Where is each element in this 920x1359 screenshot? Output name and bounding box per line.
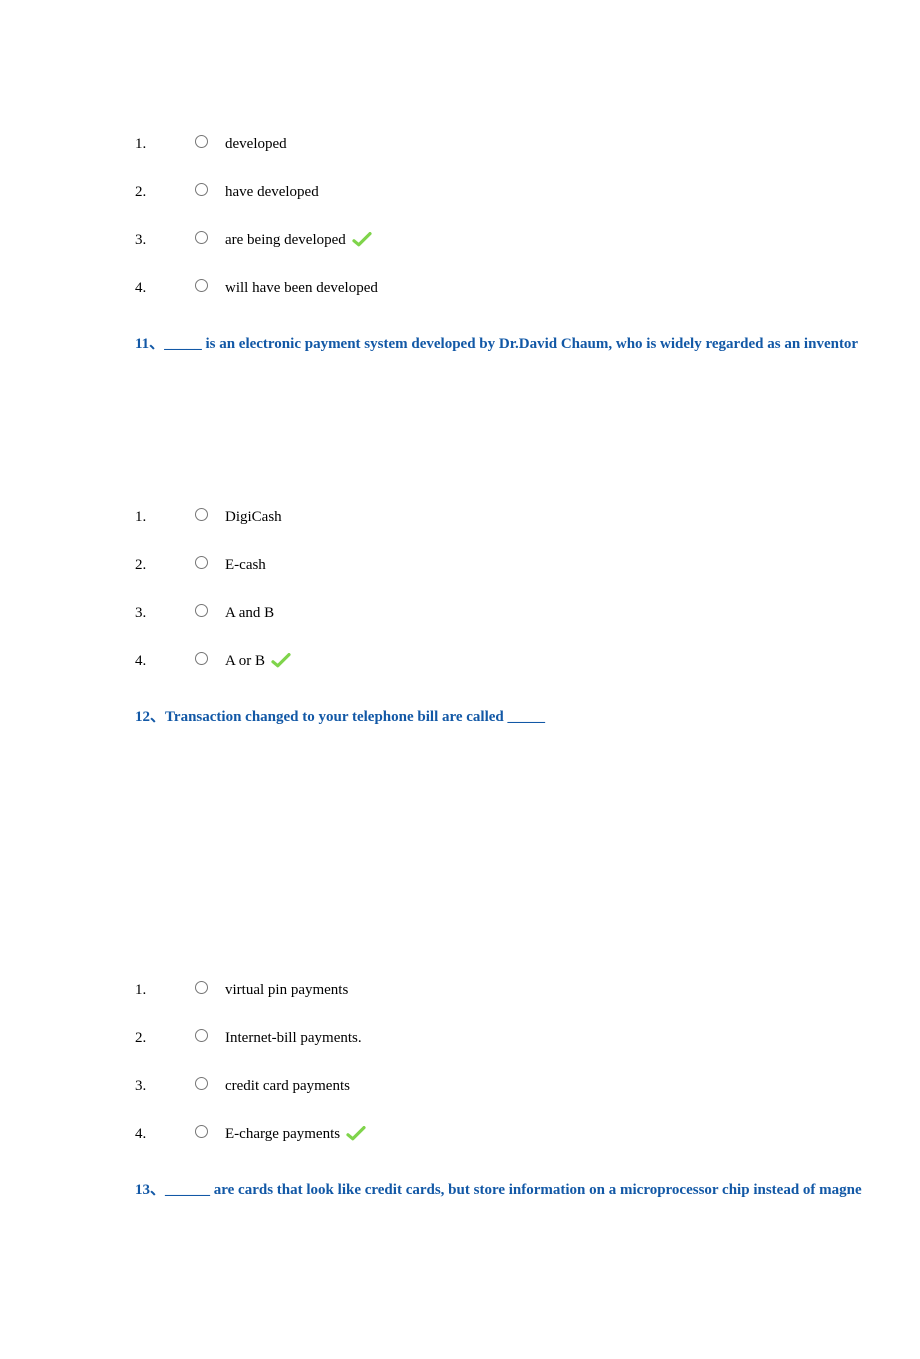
option-radio[interactable] [195, 1125, 208, 1138]
option-row: 3. credit card payments [135, 1062, 920, 1110]
correct-check-icon [352, 232, 372, 249]
option-text: DigiCash [225, 509, 282, 526]
option-radio[interactable] [195, 508, 208, 521]
option-radio[interactable] [195, 981, 208, 994]
option-row: 2. Internet-bill payments. [135, 1014, 920, 1062]
option-text: E-charge payments [225, 1126, 366, 1143]
option-number: 3. [135, 1078, 195, 1095]
option-row: 1. developed [135, 120, 920, 168]
question-text: is an electronic payment system develope… [202, 336, 858, 352]
option-radio[interactable] [195, 279, 208, 292]
radio-cell [195, 604, 225, 617]
option-number: 1. [135, 136, 195, 153]
option-text: Internet-bill payments. [225, 1030, 362, 1047]
radio-cell [195, 135, 225, 148]
question-13-heading: 13、______ are cards that look like credi… [135, 1178, 920, 1199]
question-12-heading: 12、Transaction changed to your telephone… [135, 705, 920, 726]
option-number: 1. [135, 509, 195, 526]
option-row: 4. E-charge payments [135, 1110, 920, 1158]
radio-cell [195, 279, 225, 292]
question-11-heading: 11、_____ is an electronic payment system… [135, 332, 920, 353]
option-text: developed [225, 136, 287, 153]
question-10-options: 1. developed 2. have developed 3. are be… [135, 120, 920, 312]
option-row: 3. are being developed [135, 216, 920, 264]
option-radio[interactable] [195, 652, 208, 665]
option-number: 1. [135, 982, 195, 999]
question-number: 11、 [135, 336, 164, 352]
option-row: 4. A or B [135, 637, 920, 685]
blank: ______ [165, 1182, 210, 1198]
question-number: 12、 [135, 709, 165, 725]
quiz-content: 1. developed 2. have developed 3. are be… [0, 0, 920, 1199]
option-radio[interactable] [195, 183, 208, 196]
option-row: 2. E-cash [135, 541, 920, 589]
option-number: 2. [135, 1030, 195, 1047]
option-row: 3. A and B [135, 589, 920, 637]
option-radio[interactable] [195, 1077, 208, 1090]
radio-cell [195, 652, 225, 665]
blank: _____ [508, 709, 546, 725]
option-text: have developed [225, 184, 319, 201]
option-radio[interactable] [195, 231, 208, 244]
option-row: 1. virtual pin payments [135, 966, 920, 1014]
radio-cell [195, 1125, 225, 1138]
option-row: 4. will have been developed [135, 264, 920, 312]
option-number: 3. [135, 605, 195, 622]
question-11-options: 1. DigiCash 2. E-cash 3. A and B 4. A or… [135, 493, 920, 685]
option-text: will have been developed [225, 280, 378, 297]
option-row: 1. DigiCash [135, 493, 920, 541]
radio-cell [195, 1077, 225, 1090]
option-row: 2. have developed [135, 168, 920, 216]
radio-cell [195, 231, 225, 244]
radio-cell [195, 556, 225, 569]
option-radio[interactable] [195, 1029, 208, 1042]
question-12-options: 1. virtual pin payments 2. Internet-bill… [135, 966, 920, 1158]
option-radio[interactable] [195, 604, 208, 617]
radio-cell [195, 1029, 225, 1042]
question-text: are cards that look like credit cards, b… [210, 1182, 862, 1198]
correct-check-icon [346, 1126, 366, 1143]
option-number: 4. [135, 1126, 195, 1143]
option-text: A and B [225, 605, 274, 622]
radio-cell [195, 508, 225, 521]
option-text: E-cash [225, 557, 266, 574]
option-text: are being developed [225, 232, 372, 249]
option-radio[interactable] [195, 556, 208, 569]
option-radio[interactable] [195, 135, 208, 148]
option-number: 4. [135, 653, 195, 670]
option-text: virtual pin payments [225, 982, 348, 999]
option-number: 3. [135, 232, 195, 249]
option-number: 2. [135, 184, 195, 201]
option-text: A or B [225, 653, 291, 670]
option-number: 4. [135, 280, 195, 297]
option-text: credit card payments [225, 1078, 350, 1095]
radio-cell [195, 183, 225, 196]
correct-check-icon [271, 653, 291, 670]
radio-cell [195, 981, 225, 994]
option-number: 2. [135, 557, 195, 574]
blank: _____ [164, 336, 202, 352]
question-number: 13、 [135, 1182, 165, 1198]
question-text: Transaction changed to your telephone bi… [165, 709, 508, 725]
